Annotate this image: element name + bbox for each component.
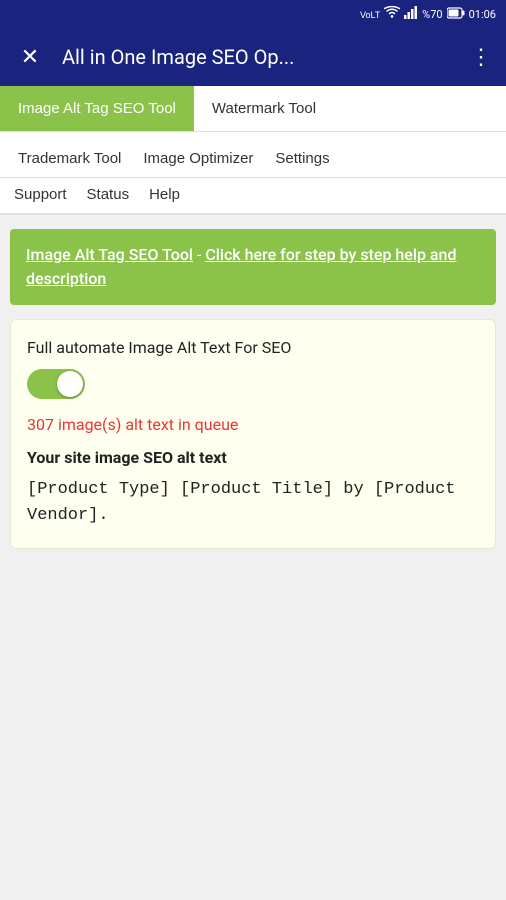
nav-status[interactable]: Status — [87, 186, 130, 203]
seo-alt-text-label: Your site image SEO alt text — [27, 448, 479, 467]
help-banner: Image Alt Tag SEO Tool - Click here for … — [10, 229, 496, 305]
main-card: Full automate Image Alt Text For SEO 307… — [10, 319, 496, 549]
banner-separator: - — [193, 245, 205, 264]
tab-image-alt-tag-seo[interactable]: Image Alt Tag SEO Tool — [0, 86, 194, 131]
nav-settings[interactable]: Settings — [271, 142, 333, 177]
banner-tool-name: Image Alt Tag SEO Tool — [26, 245, 193, 264]
status-icons: VoLTE %70 — [360, 6, 496, 23]
signal-icon — [404, 6, 418, 22]
nav-trademark-tool[interactable]: Trademark Tool — [14, 142, 125, 177]
primary-tab-bar: Image Alt Tag SEO Tool Watermark Tool — [0, 86, 506, 132]
seo-alt-text-value: [Product Type] [Product Title] by [Produ… — [27, 477, 479, 530]
nav-support[interactable]: Support — [14, 186, 67, 203]
svg-text:VoLTE: VoLTE — [360, 10, 380, 20]
status-bar: VoLTE %70 — [0, 0, 506, 28]
network-icon: VoLTE — [360, 6, 380, 23]
battery-icon — [447, 7, 465, 22]
automate-label: Full automate Image Alt Text For SEO — [27, 338, 479, 357]
secondary-nav: Trademark Tool Image Optimizer Settings — [0, 132, 506, 178]
time-display: 01:06 — [469, 8, 496, 21]
nav-help[interactable]: Help — [149, 186, 180, 203]
menu-button[interactable]: ⋮ — [470, 45, 492, 70]
third-nav: Support Status Help — [0, 178, 506, 215]
automate-toggle[interactable] — [27, 369, 479, 399]
toggle-knob — [57, 371, 83, 397]
queue-status: 307 image(s) alt text in queue — [27, 415, 479, 434]
battery-text: %70 — [422, 8, 442, 21]
wifi-icon — [384, 6, 400, 22]
toggle-switch[interactable] — [27, 369, 85, 399]
tab-watermark-tool[interactable]: Watermark Tool — [194, 86, 334, 131]
nav-image-optimizer[interactable]: Image Optimizer — [139, 142, 257, 177]
app-bar: ✕ All in One Image SEO Op... ⋮ — [0, 28, 506, 86]
close-button[interactable]: ✕ — [14, 45, 46, 70]
app-title: All in One Image SEO Op... — [62, 45, 454, 69]
